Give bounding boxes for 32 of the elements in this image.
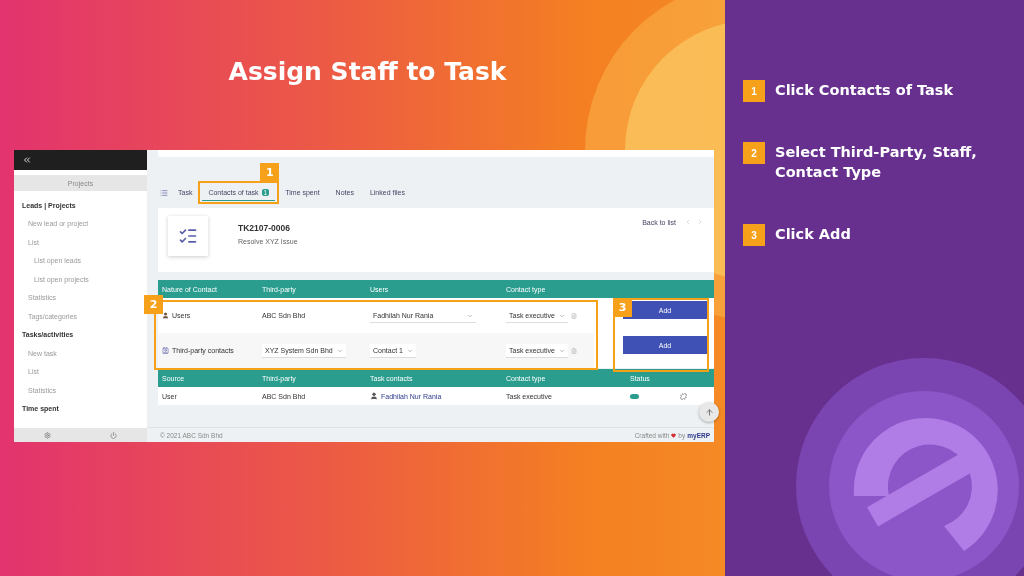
caret-icon <box>558 347 565 354</box>
power-icon[interactable] <box>110 431 118 439</box>
caret-icon <box>336 347 343 354</box>
document-icon[interactable] <box>570 312 577 319</box>
step-text: Click Contacts of Task <box>775 81 955 100</box>
person-icon <box>162 312 169 319</box>
contact-card-icon <box>162 347 169 354</box>
step-number: 1 <box>743 80 765 102</box>
step-number: 2 <box>743 142 765 164</box>
next-icon[interactable] <box>696 218 704 226</box>
caret-icon <box>406 347 413 354</box>
heart-icon <box>671 432 677 438</box>
arrow-up-icon <box>704 407 714 417</box>
status-indicator <box>630 393 639 399</box>
step-text: Select Third-Party, Staff, Contact Type <box>775 143 978 182</box>
caret-icon <box>558 312 565 319</box>
callout-number: 2 <box>144 295 163 314</box>
scroll-top-button[interactable] <box>699 402 719 422</box>
document-icon[interactable] <box>570 347 577 354</box>
task-ref: TK2107-0006 <box>238 223 291 233</box>
caret-icon <box>467 312 473 319</box>
step-text: Click Add <box>775 225 852 244</box>
avatar-icon <box>370 392 378 400</box>
step-number: 3 <box>743 224 765 246</box>
previous-icon[interactable] <box>684 218 692 226</box>
checklist-icon <box>178 226 198 246</box>
collapse-icon[interactable] <box>22 155 32 165</box>
unlink-icon[interactable] <box>680 392 687 400</box>
callout-number: 3 <box>613 298 632 317</box>
slide-title: Assign Staff to Task <box>227 56 508 88</box>
callout-number: 1 <box>260 163 280 182</box>
list-icon[interactable] <box>160 189 168 197</box>
